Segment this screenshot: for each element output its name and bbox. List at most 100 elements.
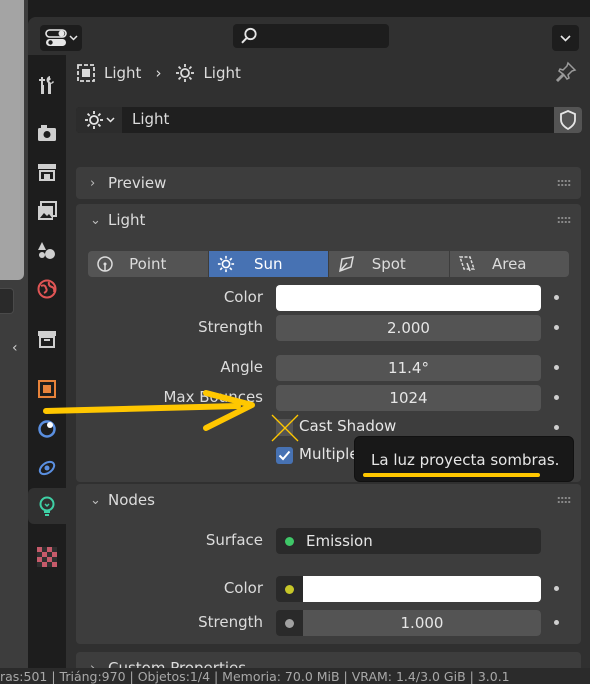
node-color-field[interactable] (276, 576, 541, 602)
properties-main: Light › Light Light › Preview ⌄ Light Po… (66, 55, 590, 684)
point-light-icon (97, 256, 113, 272)
nodes-panel-header[interactable]: ⌄ Nodes (76, 484, 581, 516)
search-icon (241, 27, 257, 44)
viewport-canvas[interactable] (0, 0, 24, 280)
multiple-importance-checkbox[interactable] (276, 447, 293, 464)
sun-icon (84, 111, 103, 129)
keyframe-dot-icon[interactable] (554, 365, 559, 370)
tab-texture[interactable] (28, 539, 66, 575)
chevron-right-icon: › (155, 64, 162, 82)
top-gap (28, 0, 590, 17)
scene-icon (38, 242, 55, 259)
drag-grip-icon[interactable] (557, 179, 571, 187)
preview-panel[interactable]: › Preview (76, 167, 581, 199)
surface-row: Surface Emission (76, 528, 581, 554)
highlight-cross-icon (271, 414, 299, 442)
tab-constraints[interactable] (28, 449, 66, 485)
surface-shader-field[interactable]: Emission (276, 528, 541, 554)
nodes-panel: ⌄ Nodes Surface Emission Color Strength … (76, 484, 581, 644)
collection-icon (38, 331, 56, 348)
drag-grip-icon[interactable] (557, 216, 571, 224)
light-type-area[interactable]: Area (450, 251, 570, 277)
constraints-icon (38, 460, 56, 476)
fake-user-button[interactable] (554, 107, 582, 133)
breadcrumb: Light › Light (76, 61, 241, 85)
properties-tabs (28, 55, 66, 668)
view-layer-icon (38, 201, 57, 220)
light-angle-field[interactable]: 11.4° (276, 355, 541, 381)
max-bounces-field[interactable]: 1024 (276, 385, 541, 411)
max-bounces-row: Max Bounces 1024 (76, 385, 581, 411)
keyframe-dot-icon[interactable] (554, 295, 559, 300)
light-angle-label: Angle (220, 358, 263, 376)
light-strength-field[interactable]: 2.000 (276, 315, 541, 341)
physics-icon (38, 420, 56, 438)
light-type-sun[interactable]: Sun (208, 251, 329, 277)
tooltip: La luz proyecta sombras. (354, 436, 574, 482)
breadcrumb-object: Light (104, 64, 142, 82)
collapse-arrow-icon[interactable]: ‹ (12, 340, 18, 356)
shield-icon (560, 110, 576, 130)
light-type-selector: Point Sun Spot Area (88, 251, 569, 277)
chevron-down-icon (105, 117, 115, 123)
annotation-underline (363, 473, 540, 477)
tab-light-data[interactable] (28, 488, 66, 524)
tab-output[interactable] (28, 154, 66, 190)
shader-socket-icon (285, 537, 294, 546)
keyframe-dot-icon[interactable] (554, 325, 559, 330)
surface-label: Surface (205, 531, 263, 549)
options-dropdown[interactable] (552, 25, 579, 51)
viewport-edge[interactable]: ‹ (0, 0, 28, 668)
light-color-label: Color (223, 288, 263, 306)
keyframe-dot-icon[interactable] (554, 425, 559, 430)
breadcrumb-data: Light (203, 64, 241, 82)
drag-grip-icon[interactable] (557, 496, 571, 504)
chevron-down-icon: ⌄ (90, 492, 101, 508)
datablock-name[interactable]: Light (132, 110, 169, 128)
editor-type-button[interactable] (40, 25, 82, 51)
tab-tool[interactable] (28, 67, 66, 103)
area-light-icon (458, 256, 475, 272)
light-panel-header[interactable]: ⌄ Light (76, 204, 581, 236)
output-icon (38, 164, 56, 181)
chevron-down-icon (68, 35, 78, 41)
checker-texture-icon (37, 547, 57, 567)
tab-collection[interactable] (28, 321, 66, 357)
light-color-swatch[interactable] (276, 285, 541, 311)
keyframe-dot-icon[interactable] (554, 586, 559, 591)
chevron-right-icon: › (90, 175, 96, 191)
editor-type-icon (44, 29, 67, 46)
light-type-point[interactable]: Point (88, 251, 209, 277)
datablock-type-button[interactable] (76, 107, 122, 133)
light-type-label: Point (129, 255, 167, 273)
object-icon (77, 64, 95, 82)
keyframe-dot-icon[interactable] (554, 620, 559, 625)
object-icon (38, 380, 56, 398)
sun-light-icon (217, 255, 234, 273)
tab-render[interactable] (28, 115, 66, 151)
viewport-dropdown-stub[interactable] (0, 288, 14, 314)
keyframe-dot-icon[interactable] (554, 395, 559, 400)
node-strength-field-wrap[interactable]: 1.000 (276, 610, 541, 636)
node-color-row: Color (76, 576, 581, 602)
light-strength-row: Strength 2.000 (76, 315, 581, 341)
light-datablock[interactable]: Light (76, 107, 582, 133)
lightbulb-icon (39, 496, 55, 516)
node-color-label: Color (223, 579, 263, 597)
value-socket-icon (285, 619, 294, 628)
preview-panel-header[interactable]: › Preview (76, 167, 581, 199)
tab-world[interactable] (28, 271, 66, 307)
pin-icon[interactable] (555, 61, 577, 83)
node-strength-field[interactable]: 1.000 (303, 610, 541, 636)
light-type-label: Sun (253, 255, 283, 273)
properties-editor: Light › Light Light › Preview ⌄ Light Po… (28, 17, 590, 684)
tab-scene[interactable] (28, 232, 66, 268)
tab-physics[interactable] (28, 410, 66, 446)
light-type-spot[interactable]: Spot (329, 251, 450, 277)
tab-object[interactable] (28, 371, 66, 407)
sun-icon (176, 64, 195, 82)
nodes-panel-title: Nodes (108, 491, 155, 509)
tab-view-layer[interactable] (28, 193, 66, 229)
node-color-swatch[interactable] (303, 576, 541, 602)
search-input[interactable] (233, 24, 389, 48)
